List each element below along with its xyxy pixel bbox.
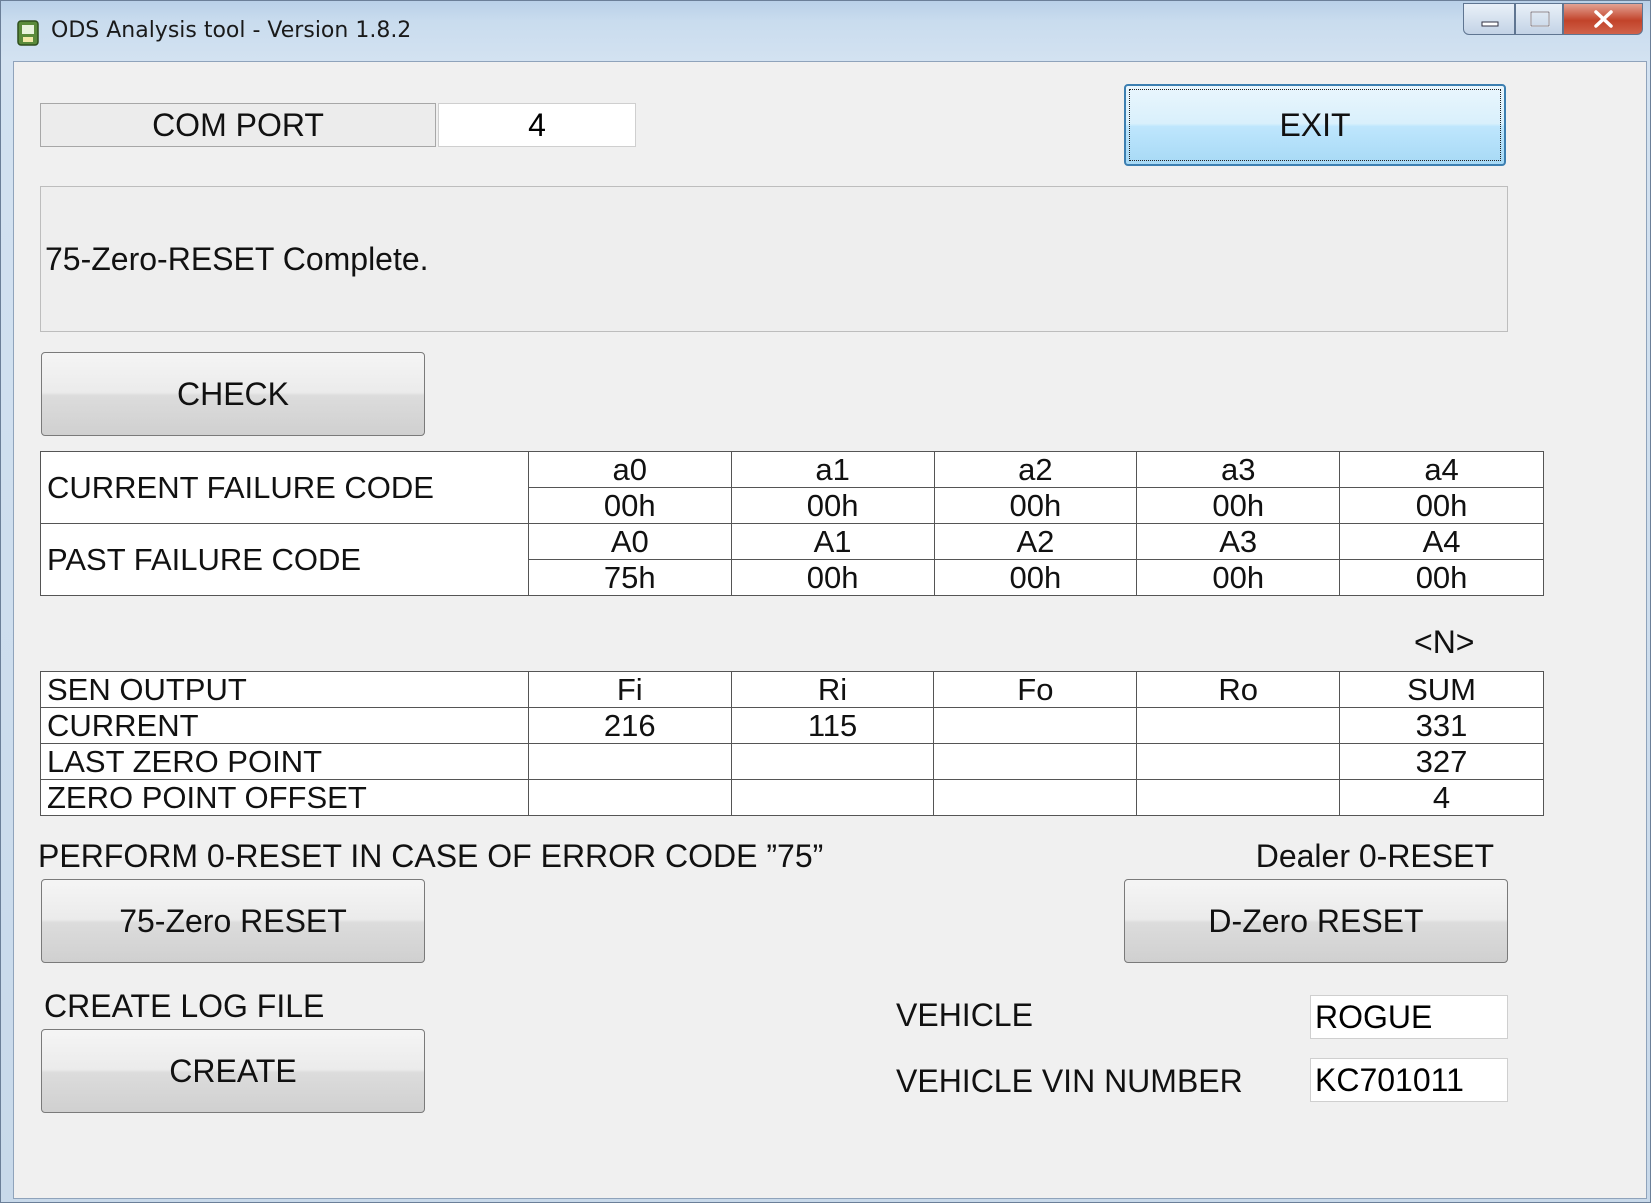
table-row: ZERO POINT OFFSET 4 <box>40 779 1544 816</box>
table-cell <box>933 707 1138 744</box>
table-cell <box>1136 707 1341 744</box>
table-cell <box>527 779 732 816</box>
app-window: ODS Analysis tool - Version 1.8.2 COM PO… <box>0 0 1651 1203</box>
table-cell <box>527 743 732 780</box>
table-cell: a2 <box>933 451 1138 488</box>
vin-label: VEHICLE VIN NUMBER <box>896 1063 1243 1099</box>
past-failure-code-label: PAST FAILURE CODE <box>40 523 529 596</box>
table-header-cell: Ro <box>1136 671 1341 708</box>
table-cell: 00h <box>527 487 732 524</box>
table-row: CURRENT FAILURE CODE a0 a1 a2 a3 a4 <box>40 451 1544 524</box>
table-cell: 00h <box>1136 559 1341 596</box>
table-row: LAST ZERO POINT 327 <box>40 743 1544 780</box>
close-button[interactable] <box>1563 3 1643 35</box>
table-cell <box>730 743 935 780</box>
status-message: 75-Zero-RESET Complete. <box>45 241 429 277</box>
table-cell: LAST ZERO POINT <box>40 743 529 780</box>
table-cell: a0 <box>527 451 732 488</box>
table-cell: 75h <box>527 559 732 596</box>
table-row: PAST FAILURE CODE A0 A1 A2 A3 A4 <box>40 523 1544 596</box>
table-header-row: SEN OUTPUT Fi Ri Fo Ro SUM <box>40 671 1544 708</box>
title-bar[interactable]: ODS Analysis tool - Version 1.8.2 <box>1 1 1650 61</box>
dealer-reset-label: Dealer 0-RESET <box>1255 838 1494 874</box>
table-header-cell: Fo <box>933 671 1138 708</box>
table-cell: a4 <box>1339 451 1544 488</box>
table-cell <box>933 779 1138 816</box>
table-cell: 00h <box>1339 559 1544 596</box>
table-cell: 00h <box>933 487 1138 524</box>
perform-reset-instruction: PERFORM 0-RESET IN CASE OF ERROR CODE ”7… <box>38 838 824 874</box>
maximize-icon <box>1530 11 1550 27</box>
table-cell <box>1136 743 1341 780</box>
table-cell: 216 <box>527 707 732 744</box>
status-panel: 75-Zero-RESET Complete. <box>40 186 1508 332</box>
vin-field[interactable] <box>1310 1058 1508 1102</box>
vehicle-label: VEHICLE <box>896 997 1033 1033</box>
table-cell: a3 <box>1136 451 1341 488</box>
app-icon <box>15 19 41 47</box>
table-cell <box>1136 779 1341 816</box>
table-cell: 00h <box>730 559 935 596</box>
table-cell: 00h <box>730 487 935 524</box>
maximize-button[interactable] <box>1515 3 1563 35</box>
table-cell: 331 <box>1339 707 1544 744</box>
table-cell <box>730 779 935 816</box>
dzero-reset-button[interactable]: D-Zero RESET <box>1124 879 1508 963</box>
minimize-icon <box>1481 21 1499 27</box>
table-cell: CURRENT <box>40 707 529 744</box>
table-cell: A4 <box>1339 523 1544 560</box>
table-cell: A1 <box>730 523 935 560</box>
table-cell: 4 <box>1339 779 1544 816</box>
table-cell: 00h <box>1136 487 1341 524</box>
table-cell: 115 <box>730 707 935 744</box>
create-button[interactable]: CREATE <box>41 1029 425 1113</box>
zero75-reset-button[interactable]: 75-Zero RESET <box>41 879 425 963</box>
client-area: COM PORT EXIT 75-Zero-RESET Complete. CH… <box>13 61 1647 1199</box>
focus-rect <box>1129 89 1501 161</box>
sensor-output-table: SEN OUTPUT Fi Ri Fo Ro SUM CURRENT 216 1… <box>40 671 1544 816</box>
minimize-button[interactable] <box>1463 3 1515 35</box>
create-log-label: CREATE LOG FILE <box>44 988 325 1024</box>
table-cell: 327 <box>1339 743 1544 780</box>
vehicle-field[interactable] <box>1310 995 1508 1039</box>
table-cell: 00h <box>1339 487 1544 524</box>
failure-code-table: CURRENT FAILURE CODE a0 a1 a2 a3 a4 00h … <box>40 451 1544 596</box>
check-button[interactable]: CHECK <box>41 352 425 436</box>
table-cell: ZERO POINT OFFSET <box>40 779 529 816</box>
table-cell <box>933 743 1138 780</box>
exit-button[interactable]: EXIT <box>1124 84 1506 166</box>
com-port-label: COM PORT <box>40 103 436 147</box>
table-cell: A3 <box>1136 523 1341 560</box>
table-cell: A0 <box>527 523 732 560</box>
table-cell: 00h <box>933 559 1138 596</box>
table-header-cell: Ri <box>730 671 935 708</box>
table-header-cell: Fi <box>527 671 732 708</box>
table-header-cell: SUM <box>1339 671 1544 708</box>
table-row: CURRENT 216 115 331 <box>40 707 1544 744</box>
sensor-unit-label: <N> <box>1414 624 1475 660</box>
table-header-cell: SEN OUTPUT <box>40 671 529 708</box>
close-icon <box>1594 10 1613 28</box>
table-cell: A2 <box>933 523 1138 560</box>
table-cell: a1 <box>730 451 935 488</box>
current-failure-code-label: CURRENT FAILURE CODE <box>40 451 529 524</box>
com-port-input[interactable] <box>438 103 636 147</box>
window-title: ODS Analysis tool - Version 1.8.2 <box>51 18 412 43</box>
